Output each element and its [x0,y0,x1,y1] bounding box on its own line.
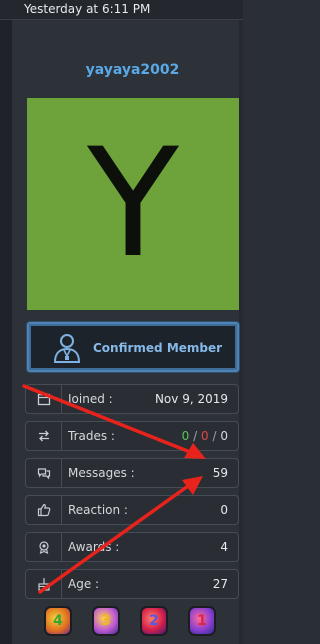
stat-label-joined: Joined : [68,392,113,406]
stat-label-reaction: Reaction : [68,503,128,517]
trades-sep-1: / [193,429,198,443]
trades-negative: 0 [201,429,209,443]
stat-value-trades[interactable]: 0 / 0 / 0 [182,429,228,443]
award-number-1: 1 [197,613,207,629]
stat-value-age: 27 [212,577,228,591]
stat-value-messages[interactable]: 59 [213,466,228,480]
award-number-2: 2 [149,613,159,629]
stat-row-trades: Trades : 0 / 0 / 0 [25,421,239,451]
stat-row-awards: Awards : 4 [25,532,239,562]
award-badge-1[interactable]: 1 [188,606,216,636]
chat-bubbles-icon [37,468,51,480]
username-link[interactable]: yayaya2002 [0,62,265,78]
thumbs-up-icon [37,503,51,517]
avatar-letter: Y [87,117,179,291]
calendar-icon [37,393,51,406]
stat-label-messages: Messages : [68,466,135,480]
banner-label: Confirmed Member [93,341,223,355]
award-badge-4[interactable]: 4 [44,606,72,636]
panel-edge [239,20,243,644]
stat-row-age: Age : 27 [25,569,239,599]
stat-value-joined: Nov 9, 2019 [154,392,228,406]
stat-value-reaction: 0 [220,503,228,517]
trades-neutral: 0 [220,429,228,443]
stat-row-messages: Messages : 59 [25,458,239,488]
trades-sep-2: / [212,429,217,443]
award-number-4: 4 [53,613,63,629]
member-badge-icon [53,334,81,363]
user-avatar[interactable]: Y [27,98,239,310]
stat-row-reaction: Reaction : 0 [25,495,239,525]
trades-positive: 0 [181,429,190,443]
stat-label-trades: Trades : [68,429,115,443]
stat-row-joined: Joined : Nov 9, 2019 [25,384,239,414]
post-header-bar: Yesterday at 6:11 PM [0,0,243,20]
award-number-3: 3 [101,613,111,629]
award-badge-3[interactable]: 3 [92,606,120,636]
award-badges: 4 3 2 1 [40,604,230,638]
award-badge-2[interactable]: 2 [140,606,168,636]
exchange-icon [39,430,49,442]
post-timestamp[interactable]: Yesterday at 6:11 PM [24,2,150,16]
post-divider-strip [0,20,12,644]
cake-icon [38,578,50,591]
stat-label-awards: Awards : [68,540,120,554]
confirmed-member-banner: Confirmed Member [27,322,239,372]
stat-label-age: Age : [68,577,100,591]
stat-value-awards[interactable]: 4 [220,540,228,554]
medal-icon [39,541,49,554]
